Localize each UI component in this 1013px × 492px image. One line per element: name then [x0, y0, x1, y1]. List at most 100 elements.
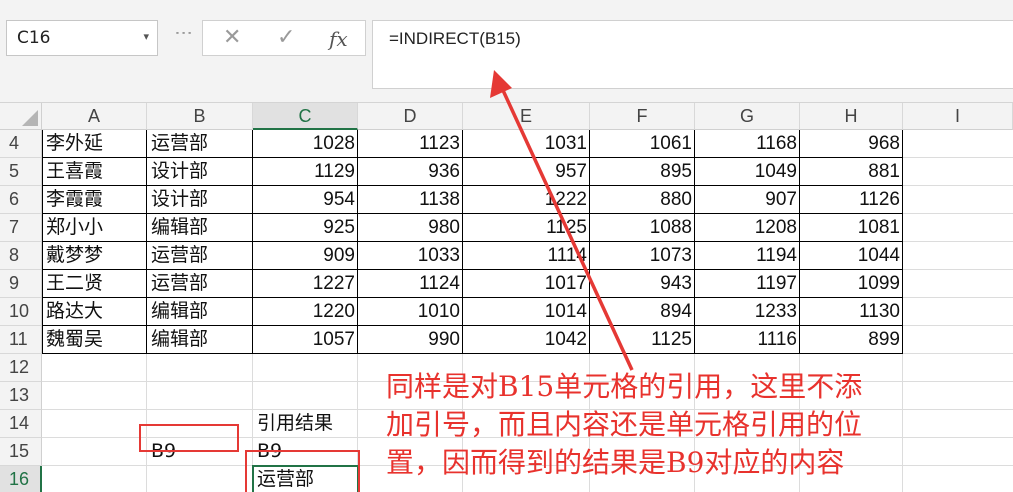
cell-value[interactable]: 1125 — [590, 326, 695, 354]
cell-value[interactable]: 1233 — [695, 298, 800, 326]
row-header-9[interactable]: 9 — [0, 270, 42, 298]
formula-bar[interactable]: =INDIRECT(B15) — [372, 20, 1013, 89]
cell-value[interactable]: 1123 — [358, 130, 463, 158]
row-header-4[interactable]: 4 — [0, 130, 42, 158]
table-border — [42, 185, 903, 186]
cell-value[interactable]: 1014 — [463, 298, 590, 326]
cell-value[interactable]: 1099 — [800, 270, 903, 298]
cell-name[interactable]: 魏蜀吴 — [42, 326, 147, 354]
row-header-6[interactable]: 6 — [0, 186, 42, 214]
select-all-icon[interactable] — [22, 110, 38, 126]
column-header-i[interactable]: I — [903, 103, 1013, 130]
cell-name[interactable]: 路达大 — [42, 298, 147, 326]
select-all-button[interactable] — [0, 103, 42, 130]
cell-name[interactable]: 戴梦梦 — [42, 242, 147, 270]
cell-value[interactable]: 895 — [590, 158, 695, 186]
insert-function-icon[interactable]: fx — [329, 27, 348, 51]
cell-department[interactable]: 运营部 — [147, 270, 253, 298]
row-header-13[interactable]: 13 — [0, 382, 42, 410]
cell-value[interactable]: 954 — [253, 186, 358, 214]
name-box-value[interactable]: C16 — [17, 28, 51, 48]
column-header-d[interactable]: D — [358, 103, 463, 130]
formula-text[interactable]: =INDIRECT(B15) — [389, 29, 521, 49]
cell-name[interactable]: 李外延 — [42, 130, 147, 158]
cell-value[interactable]: 1125 — [463, 214, 590, 242]
cell-value[interactable]: 1031 — [463, 130, 590, 158]
cell-value[interactable]: 936 — [358, 158, 463, 186]
cell-value[interactable]: 894 — [590, 298, 695, 326]
column-header-e[interactable]: E — [463, 103, 590, 130]
cell-value[interactable]: 1010 — [358, 298, 463, 326]
cell-value[interactable]: 943 — [590, 270, 695, 298]
cell-value[interactable]: 1088 — [590, 214, 695, 242]
cell-value[interactable]: 1124 — [358, 270, 463, 298]
close-icon[interactable]: ✕ — [223, 25, 241, 50]
cell-name[interactable]: 郑小小 — [42, 214, 147, 242]
cell-value[interactable]: 925 — [253, 214, 358, 242]
row-header-8[interactable]: 8 — [0, 242, 42, 270]
cell-value[interactable]: 968 — [800, 130, 903, 158]
column-header-f[interactable]: F — [590, 103, 695, 130]
row-header-7[interactable]: 7 — [0, 214, 42, 242]
cell-value[interactable]: 1197 — [695, 270, 800, 298]
cell-value[interactable]: 957 — [463, 158, 590, 186]
cell-department[interactable]: 编辑部 — [147, 326, 253, 354]
cell-value[interactable]: 1168 — [695, 130, 800, 158]
cell-value[interactable]: 1126 — [800, 186, 903, 214]
cell-value[interactable]: 980 — [358, 214, 463, 242]
cell-value[interactable]: 1057 — [253, 326, 358, 354]
column-header-b[interactable]: B — [147, 103, 253, 130]
row-header-14[interactable]: 14 — [0, 410, 42, 438]
cell-name[interactable]: 王喜霞 — [42, 158, 147, 186]
cell-value[interactable]: 907 — [695, 186, 800, 214]
cell-value[interactable]: 1227 — [253, 270, 358, 298]
row-header-10[interactable]: 10 — [0, 298, 42, 326]
cell-value[interactable]: 1081 — [800, 214, 903, 242]
cell-value[interactable]: 1044 — [800, 242, 903, 270]
row-header-12[interactable]: 12 — [0, 354, 42, 382]
row-header-16[interactable]: 16 — [0, 466, 42, 492]
cell-value[interactable]: 990 — [358, 326, 463, 354]
cell-value[interactable]: 1194 — [695, 242, 800, 270]
cell-value[interactable]: 909 — [253, 242, 358, 270]
cell-value[interactable]: 881 — [800, 158, 903, 186]
cell-department[interactable]: 编辑部 — [147, 298, 253, 326]
cell-name[interactable]: 王二贤 — [42, 270, 147, 298]
cell-department[interactable]: 编辑部 — [147, 214, 253, 242]
column-header-a[interactable]: A — [42, 103, 147, 130]
cell-value[interactable]: 1073 — [590, 242, 695, 270]
column-header-h[interactable]: H — [800, 103, 903, 130]
name-box[interactable]: C16 ▾ — [6, 20, 158, 56]
cell-value[interactable]: 1033 — [358, 242, 463, 270]
cell-department[interactable]: 运营部 — [147, 242, 253, 270]
column-header-g[interactable]: G — [695, 103, 800, 130]
drag-handle-icon[interactable]: ⋮ — [173, 24, 194, 41]
cell-value[interactable]: 1114 — [463, 242, 590, 270]
table-border — [42, 157, 903, 158]
row-header-15[interactable]: 15 — [0, 438, 42, 466]
cell-department[interactable]: 运营部 — [147, 130, 253, 158]
column-header-c[interactable]: C — [253, 103, 358, 130]
cell-value[interactable]: 1138 — [358, 186, 463, 214]
cell-value[interactable]: 1017 — [463, 270, 590, 298]
cell-value[interactable]: 880 — [590, 186, 695, 214]
cell-name[interactable]: 李霞霞 — [42, 186, 147, 214]
cell-department[interactable]: 设计部 — [147, 158, 253, 186]
row-header-5[interactable]: 5 — [0, 158, 42, 186]
cell-value[interactable]: 1130 — [800, 298, 903, 326]
cell-value[interactable]: 1061 — [590, 130, 695, 158]
chevron-down-icon[interactable]: ▾ — [143, 30, 149, 43]
cell-value[interactable]: 1222 — [463, 186, 590, 214]
cell-value[interactable]: 1220 — [253, 298, 358, 326]
cell-value[interactable]: 899 — [800, 326, 903, 354]
cell-value[interactable]: 1042 — [463, 326, 590, 354]
cell-value[interactable]: 1049 — [695, 158, 800, 186]
cell-department[interactable]: 设计部 — [147, 186, 253, 214]
row-header-11[interactable]: 11 — [0, 326, 42, 354]
cell-value[interactable]: 1116 — [695, 326, 800, 354]
check-icon[interactable]: ✓ — [277, 25, 295, 50]
cell-value[interactable]: 1208 — [695, 214, 800, 242]
cell-value[interactable]: 1028 — [253, 130, 358, 158]
cell-value[interactable]: 1129 — [253, 158, 358, 186]
cell-result-header[interactable]: 引用结果 — [253, 410, 333, 438]
